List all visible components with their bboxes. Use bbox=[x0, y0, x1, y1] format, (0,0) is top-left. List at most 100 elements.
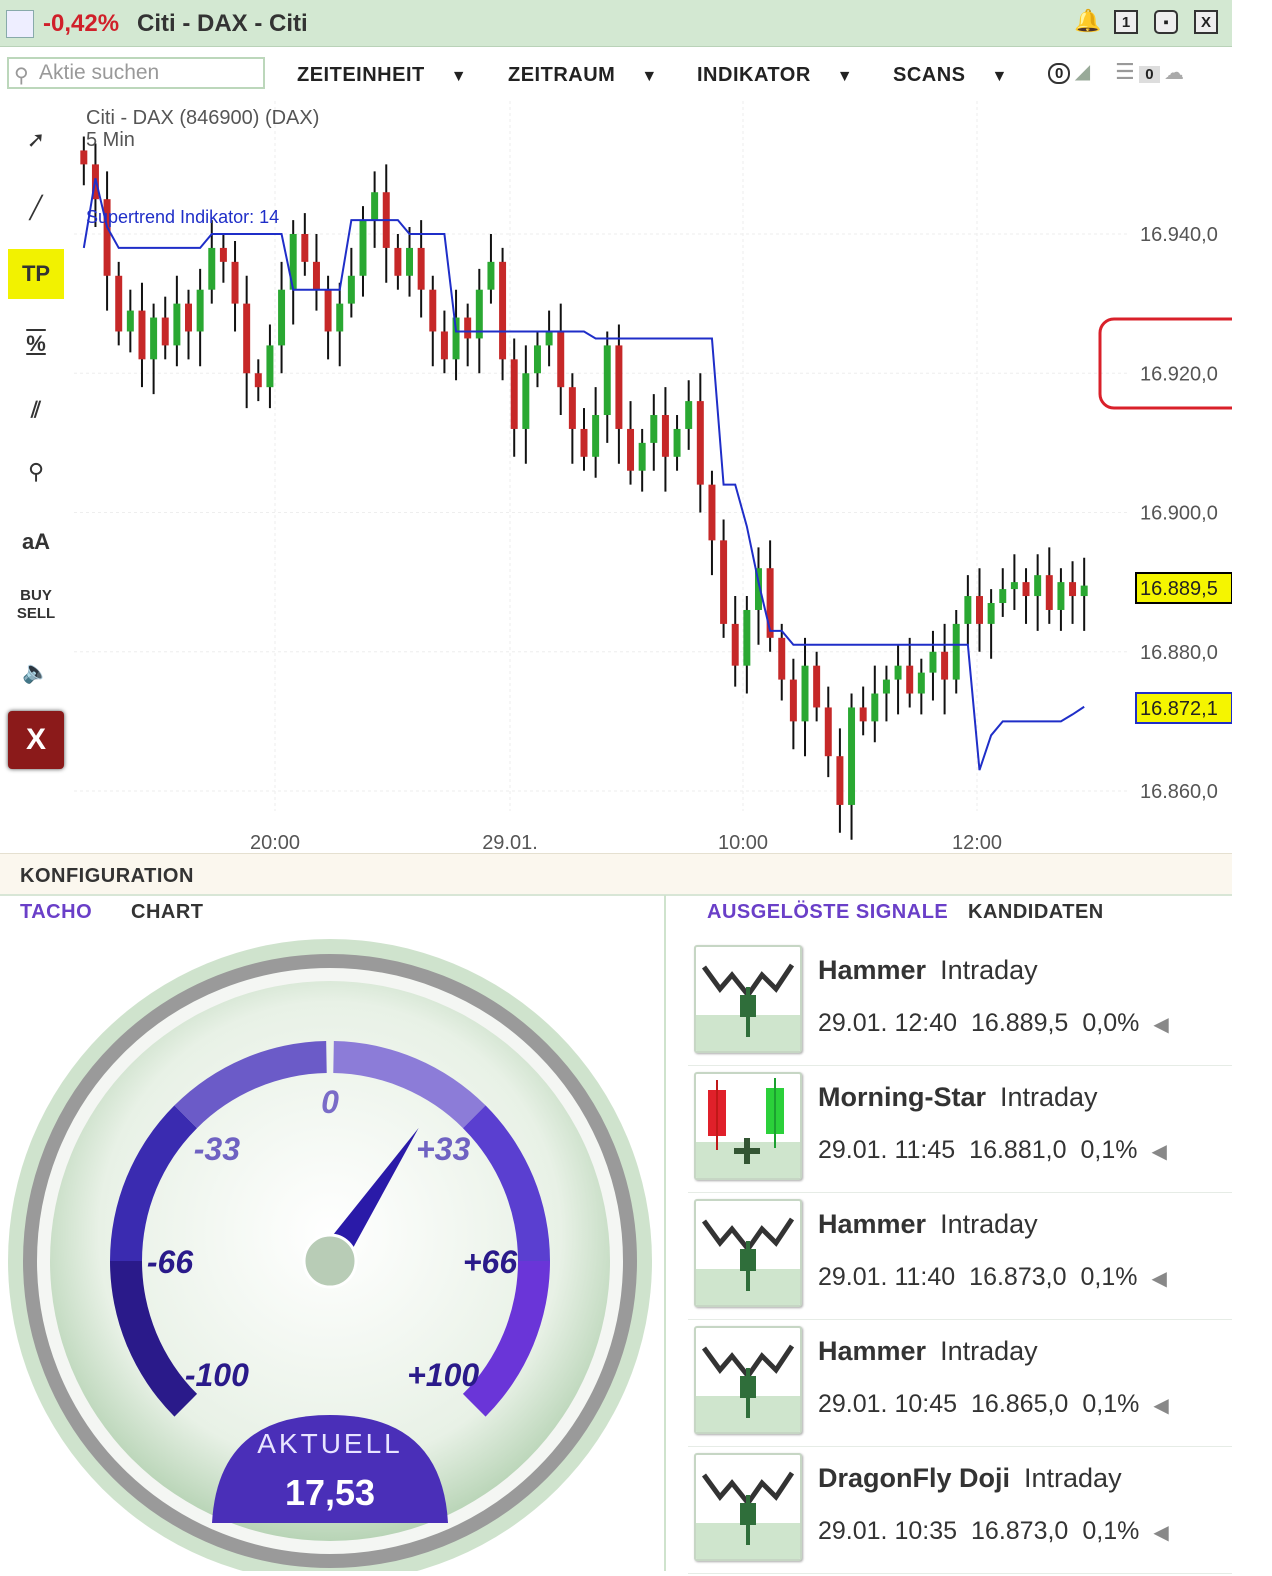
candle-body bbox=[533, 345, 541, 374]
cloud-icon: ☁ bbox=[1163, 62, 1184, 84]
menu-scans[interactable]: SCANS ▼ bbox=[893, 64, 1008, 87]
signal-row[interactable]: DragonFly Doji Intraday 29.01. 10:35 16.873… bbox=[688, 1447, 1232, 1574]
candle-body bbox=[150, 317, 158, 360]
chart-logo-icon bbox=[6, 10, 34, 38]
candle-body bbox=[661, 415, 669, 457]
y-tick-label: 16.940,0 bbox=[1140, 224, 1218, 246]
percent-tool-button[interactable]: % bbox=[8, 319, 64, 369]
candle-body bbox=[964, 596, 972, 624]
tab-ausgeloeste-signale[interactable]: AUSGELÖSTE SIGNALE bbox=[707, 901, 948, 924]
tp-tool-button[interactable]: TP bbox=[8, 249, 64, 299]
candle-body bbox=[243, 303, 251, 374]
close-drawing-button[interactable]: X bbox=[8, 711, 64, 769]
konfiguration-header[interactable]: KONFIGURATION bbox=[0, 853, 1232, 896]
x-tick-label: 12:00 bbox=[952, 832, 1002, 853]
buy-sell-button[interactable]: BUY SELL bbox=[8, 583, 64, 637]
signal-data: 29.01. 10:35 16.873,0 0,1% ◀ bbox=[818, 1517, 1183, 1546]
signal-price: 16.889,5 bbox=[971, 1009, 1069, 1037]
chevron-down-icon: ▼ bbox=[641, 68, 658, 85]
close-icon[interactable]: X bbox=[1194, 10, 1218, 34]
alert-count: 0 bbox=[1048, 63, 1071, 84]
alerts-button[interactable]: 0 ◢ bbox=[1048, 59, 1090, 87]
signal-row[interactable]: Morning-Star Intraday 29.01. 11:45 16.881,0… bbox=[688, 1066, 1232, 1193]
signal-type: Intraday bbox=[940, 955, 1038, 985]
candle-body bbox=[219, 247, 227, 262]
candle-body bbox=[417, 247, 425, 290]
candle-body bbox=[1057, 582, 1065, 610]
candle-body bbox=[708, 484, 716, 541]
signal-price: 16.865,0 bbox=[971, 1390, 1069, 1418]
x-tick-label: 20:00 bbox=[250, 832, 300, 853]
restore-icon[interactable]: ▪ bbox=[1154, 10, 1178, 34]
speaker-icon[interactable]: ◀ bbox=[1151, 1268, 1166, 1290]
candle-body bbox=[1034, 575, 1042, 597]
bottom-panel: KONFIGURATION TACHO CHART AUSGELÖSTE SIG… bbox=[0, 853, 1232, 1576]
signal-name: DragonFly Doji Intraday bbox=[818, 1463, 1122, 1494]
candle-body bbox=[917, 672, 925, 694]
menu-indikator[interactable]: INDIKATOR ▼ bbox=[697, 64, 853, 87]
megaphone-icon: ◢ bbox=[1074, 61, 1091, 83]
bell-icon[interactable]: 🔔 bbox=[1074, 10, 1101, 34]
menu-label: SCANS bbox=[893, 64, 966, 86]
candle-body bbox=[522, 373, 530, 429]
candle-body bbox=[557, 331, 565, 388]
current-price: 16.889,5 bbox=[1140, 578, 1218, 600]
menu-label: ZEITEINHEIT bbox=[297, 64, 425, 86]
candle-body bbox=[208, 247, 216, 290]
aktuell-label: AKTUELL bbox=[257, 1428, 403, 1459]
menu-zeiteinheit[interactable]: ZEITEINHEIT ▼ bbox=[297, 64, 467, 87]
morning-star-icon bbox=[694, 1072, 802, 1180]
candle-body bbox=[976, 596, 983, 624]
candle-body bbox=[1010, 582, 1018, 590]
price-chart[interactable]: Citi - DAX (846900) (DAX) 5 Min Supertre… bbox=[0, 101, 1249, 854]
candlestick-chart[interactable]: Citi - DAX (846900) (DAX) 5 Min Supertre… bbox=[0, 101, 1249, 854]
signal-change: 0,0% bbox=[1082, 1009, 1140, 1037]
zoom-icon[interactable]: ⚲ bbox=[8, 447, 64, 497]
tab-kandidaten[interactable]: KANDIDATEN bbox=[968, 901, 1104, 924]
candle-body bbox=[1080, 585, 1088, 597]
speaker-icon[interactable]: ◀ bbox=[1151, 1141, 1166, 1163]
aktuell-value: 17,53 bbox=[285, 1472, 375, 1513]
candle-body bbox=[615, 345, 623, 429]
sound-icon[interactable]: 🔈 bbox=[8, 647, 64, 697]
line-tool-icon[interactable]: ╱ bbox=[8, 183, 64, 233]
speaker-icon[interactable]: ◀ bbox=[1153, 1522, 1168, 1544]
gauge-svg: -100 -66 -33 0 +33 +66 +100 AKTUELL 17,53 bbox=[8, 939, 652, 1576]
speaker-icon[interactable]: ◀ bbox=[1153, 1014, 1168, 1036]
menu-label: INDIKATOR bbox=[697, 64, 811, 86]
menu-zeitraum[interactable]: ZEITRAUM ▼ bbox=[508, 64, 658, 87]
gauge-scale-label: 0 bbox=[321, 1084, 339, 1120]
buy-sell-label: BUY SELL bbox=[16, 587, 56, 622]
dragonfly-doji-icon bbox=[694, 1453, 802, 1561]
cursor-add-icon[interactable]: ➚ bbox=[8, 115, 64, 165]
candle-body bbox=[185, 303, 192, 332]
signal-name: Hammer Intraday bbox=[818, 1209, 1038, 1240]
price-change: -0,42% bbox=[43, 10, 120, 37]
candle-body bbox=[743, 609, 751, 666]
x-tick-label: 29.01. bbox=[482, 832, 538, 853]
signal-row[interactable]: Hammer Intraday 29.01. 10:45 16.865,0 0,1% ◀ bbox=[688, 1320, 1232, 1447]
signal-datetime: 29.01. 10:45 bbox=[818, 1390, 958, 1418]
candle-body bbox=[848, 707, 856, 805]
chart-title: Citi - DAX (846900) (DAX) bbox=[86, 107, 319, 129]
search-input[interactable]: ⚲ Aktie suchen bbox=[7, 57, 265, 89]
signal-type: Intraday bbox=[1000, 1082, 1098, 1112]
signal-row[interactable]: Hammer Intraday 29.01. 12:40 16.889,5 0,0% ◀ bbox=[688, 939, 1232, 1066]
watchlist-button[interactable]: ☰ 0 ☁ bbox=[1115, 59, 1184, 87]
indicator-label: Supertrend Indikator: 14 bbox=[86, 207, 279, 227]
y-tick-label: 16.900,0 bbox=[1140, 503, 1218, 525]
signal-data: 29.01. 12:40 16.889,5 0,0% ◀ bbox=[818, 1009, 1183, 1038]
signal-row[interactable]: Hammer Intraday 29.01. 11:40 16.873,0 0,1% ◀ bbox=[688, 1193, 1232, 1320]
candle-body bbox=[510, 359, 518, 429]
candle-body bbox=[871, 693, 879, 722]
font-size-button[interactable]: aA bbox=[8, 517, 64, 567]
signal-type: Intraday bbox=[940, 1336, 1038, 1366]
candle-body bbox=[987, 603, 995, 624]
window-1-icon[interactable]: 1 bbox=[1114, 10, 1138, 34]
candle-body bbox=[906, 665, 914, 694]
candle-body bbox=[371, 192, 379, 221]
search-placeholder: Aktie suchen bbox=[39, 61, 160, 84]
candle-body bbox=[813, 665, 821, 708]
speaker-icon[interactable]: ◀ bbox=[1153, 1395, 1168, 1417]
parallel-lines-icon[interactable]: ⫽ bbox=[8, 385, 64, 435]
